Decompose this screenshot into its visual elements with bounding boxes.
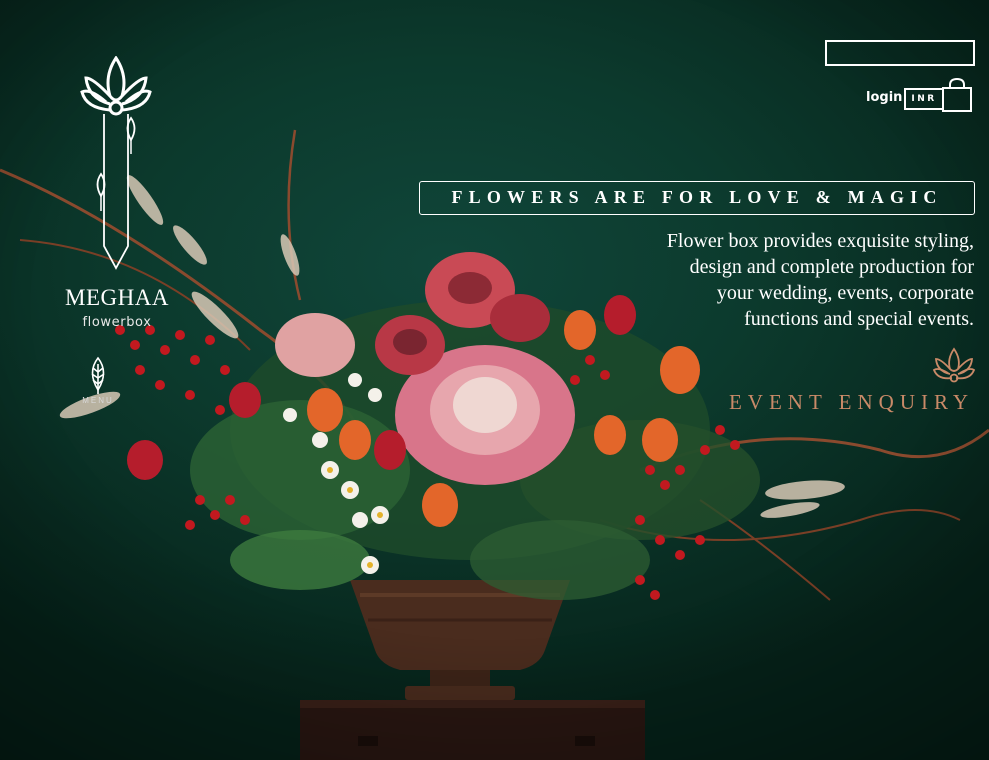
cart-button[interactable]	[940, 77, 974, 113]
login-link[interactable]: login	[866, 90, 902, 105]
tagline-banner: FLOWERS ARE FOR LOVE & MAGIC	[419, 181, 975, 215]
menu-button[interactable]: MENU	[78, 356, 118, 410]
event-enquiry-link[interactable]: EVENT ENQUIRY	[700, 390, 974, 415]
currency-selector[interactable]: INR	[904, 88, 944, 110]
leaf-menu-icon	[91, 356, 105, 394]
search-input[interactable]	[827, 42, 989, 64]
lotus-enquiry-icon	[932, 347, 976, 383]
description-line: your wedding, events, corporate	[716, 282, 974, 304]
brand-logo[interactable]: MEGHAA flowerbox	[58, 56, 176, 346]
description-line: Flower box provides exquisite styling,	[666, 230, 974, 252]
search-box	[825, 40, 989, 66]
description-line: functions and special events.	[744, 308, 974, 330]
hero-page: MEGHAA flowerbox MENU login INR FLOWERS …	[0, 0, 989, 760]
brand-subname: flowerbox	[82, 315, 152, 330]
menu-label: MENU	[82, 396, 114, 405]
lotus-logo-icon	[80, 56, 152, 270]
description-line: design and complete production for	[689, 256, 974, 278]
shopping-bag-icon	[942, 77, 972, 112]
hero-description: Flower box provides exquisite styling, d…	[560, 228, 974, 332]
brand-name: MEGHAA	[65, 285, 169, 310]
